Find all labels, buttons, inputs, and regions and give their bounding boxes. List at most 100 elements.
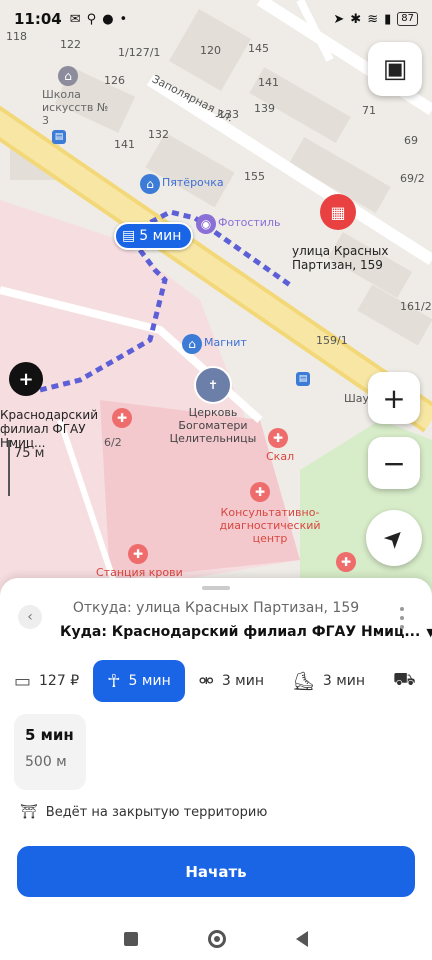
route-time-label: 5 мин [139, 228, 182, 244]
bus-stop-icon[interactable]: ▤ [296, 372, 310, 386]
bus-stop-icon: ▤ [122, 228, 136, 244]
my-location-button[interactable]: ➤ [366, 510, 422, 566]
zoom-in-button[interactable]: + [368, 372, 420, 424]
system-nav-bar [0, 918, 432, 960]
house-number: 1/127/1 [118, 46, 161, 59]
poi-fotostil[interactable]: Фотостиль [218, 216, 280, 229]
shop-icon[interactable]: ⌂ [140, 174, 160, 194]
mode-taxi[interactable]: ⛟ [379, 660, 430, 702]
route-time-bubble[interactable]: ▤ 5 мин [114, 222, 194, 250]
route-time: 5 мин [25, 726, 74, 744]
mode-car[interactable]: ▭ 127 ₽ [0, 660, 93, 702]
house-number: 145 [248, 42, 269, 55]
house-number: 69/2 [400, 172, 425, 185]
origin-pin-icon[interactable]: + [9, 362, 43, 396]
dot-icon: • [119, 11, 128, 27]
scale-bar [8, 440, 10, 496]
location-icon: ➤ [333, 11, 345, 27]
destination-pin-icon[interactable]: ▦ [320, 194, 356, 230]
map-view[interactable]: 11:04 ✉ ⚲ ● • ➤ ✱ ≋ ▮ 87 118 122 1/127/1… [0, 0, 432, 600]
school-icon[interactable]: ⌂ [58, 66, 78, 86]
church-icon[interactable]: ✝ [194, 366, 232, 404]
battery-icon: 87 [397, 12, 418, 26]
medical-icon[interactable]: ✚ [112, 408, 132, 428]
medical-icon[interactable]: ✚ [268, 428, 288, 448]
poi-magnit[interactable]: Магнит [204, 336, 247, 349]
car-icon: ▭ [14, 670, 32, 692]
taxi-icon: ⛟ [393, 669, 416, 690]
recent-apps-icon[interactable] [124, 932, 138, 946]
street-label: Шау [344, 392, 370, 405]
mode-label: 5 мин [128, 673, 171, 689]
house-number: 6/2 [104, 436, 122, 449]
route-to[interactable]: Куда: Краснодарский филиал ФГАУ Нмиц... ▼ [60, 624, 432, 640]
sheet-grabber[interactable] [202, 586, 230, 590]
mode-label: 3 мин [221, 673, 264, 689]
house-number: 139 [254, 102, 275, 115]
house-number: 126 [104, 74, 125, 87]
house-number: 69 [404, 134, 418, 147]
wifi-icon: ≋ [367, 11, 379, 27]
pedestrian-icon: ☥ [107, 670, 121, 692]
origin-label[interactable]: Краснодарский филиал ФГАУ Нмиц... [0, 408, 98, 450]
scooter-icon: ⛸ [291, 670, 315, 692]
house-number: 71 [362, 104, 376, 117]
distance-badge: 75 м [14, 446, 45, 461]
shop-icon[interactable]: ⌂ [182, 334, 202, 354]
transport-layer-button[interactable]: ▣ [368, 42, 422, 96]
house-number: 132 [148, 128, 169, 141]
more-dot [400, 607, 404, 611]
route-option-card[interactable]: 5 мин 500 м [14, 714, 86, 790]
plus-icon: + [382, 381, 406, 415]
mode-label: 127 ₽ [39, 673, 80, 689]
poi-skal[interactable]: Скал [266, 450, 294, 463]
medical-icon[interactable]: ✚ [336, 552, 356, 572]
medical-icon[interactable]: ✚ [250, 482, 270, 502]
house-number: 122 [60, 38, 81, 51]
poi-pyaterochka[interactable]: Пятёрочка [162, 176, 224, 189]
house-number: 159/1 [316, 334, 348, 347]
mode-scooter[interactable]: ⛸ 3 мин [278, 660, 379, 702]
route-distance: 500 м [25, 754, 67, 770]
house-number: 141 [114, 138, 135, 151]
start-navigation-button[interactable]: Начать [17, 846, 415, 897]
zoom-out-button[interactable]: − [368, 437, 420, 489]
back-icon[interactable] [296, 931, 308, 947]
poi-consult[interactable]: Консультативно-диагностический центр [210, 506, 330, 545]
bluetooth-icon: ✱ [350, 11, 362, 27]
more-dot [400, 616, 404, 620]
medical-icon[interactable]: ✚ [128, 544, 148, 564]
more-dot [400, 625, 404, 629]
house-number: 161/2 [400, 300, 432, 313]
route-warning: ⛩ Ведёт на закрытую территорию [20, 804, 267, 820]
signal-icon: ▮ [384, 11, 392, 27]
camera-icon[interactable]: ◉ [196, 214, 216, 234]
house-number: 141 [258, 76, 279, 89]
house-number: 155 [244, 170, 265, 183]
chevron-down-icon: ▼ [426, 626, 432, 639]
message-icon: ✉ [69, 11, 81, 27]
bus-stop-icon[interactable]: ▤ [52, 130, 66, 144]
mode-label: 3 мин [322, 673, 366, 689]
route-from[interactable]: Откуда: улица Красных Партизан, 159 [0, 600, 432, 616]
poi-school[interactable]: Школа искусств № 3 [42, 88, 112, 127]
house-number: 120 [200, 44, 221, 57]
bicycle-icon: ⚮ [198, 670, 214, 692]
status-bar: 11:04 ✉ ⚲ ● • ➤ ✱ ≋ ▮ 87 [0, 0, 432, 38]
route-sheet: ‹ Откуда: улица Красных Партизан, 159 Ку… [0, 578, 432, 918]
transport-modes: ▭ 127 ₽ ☥ 5 мин ⚮ 3 мин ⛸ 3 мин ⛟ [0, 658, 432, 704]
warning-text: Ведёт на закрытую территорию [45, 804, 268, 820]
app-icon: ● [102, 11, 114, 27]
home-icon[interactable] [208, 930, 226, 948]
mode-bicycle[interactable]: ⚮ 3 мин [185, 660, 278, 702]
house-number: 118 [6, 30, 27, 43]
mode-pedestrian[interactable]: ☥ 5 мин [93, 660, 185, 702]
barrier-icon: ⛩ [20, 804, 38, 820]
search-icon: ⚲ [86, 11, 97, 27]
destination-label[interactable]: улица Красных Партизан, 159 [292, 244, 392, 272]
status-time: 11:04 [14, 10, 62, 28]
poi-church[interactable]: Церковь Богоматери Целительницы [168, 406, 258, 445]
route-to-label: Куда: Краснодарский филиал ФГАУ Нмиц... [60, 624, 421, 640]
bus-icon: ▣ [382, 54, 408, 84]
more-options-button[interactable] [396, 604, 408, 632]
